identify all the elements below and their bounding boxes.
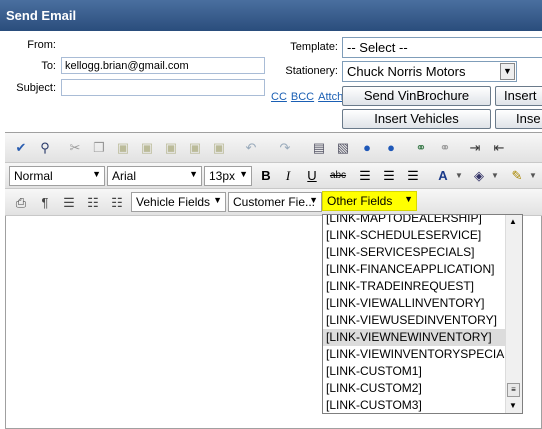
list-item[interactable]: [LINK-VIEWUSEDINVENTORY] — [323, 312, 522, 329]
template-select[interactable]: -- Select -- — [342, 37, 542, 58]
font-dropdown[interactable]: Arial ▼ — [107, 166, 202, 186]
insert-vehicles-button[interactable]: Insert Vehicles — [342, 109, 491, 129]
font-color-button[interactable]: A — [435, 168, 451, 184]
media-icon[interactable]: ● — [359, 140, 375, 156]
subject-field[interactable] — [61, 79, 265, 96]
template-label: Template: — [290, 41, 338, 53]
chevron-down-icon: ▼ — [500, 63, 515, 80]
flash-icon[interactable]: ● — [383, 140, 399, 156]
list-item[interactable]: [LINK-SCHEDULESERVICE] — [323, 227, 522, 244]
paragraph-icon[interactable]: ¶ — [37, 195, 53, 211]
format-value: Normal — [14, 169, 53, 183]
undo-icon[interactable]: ↶ — [243, 140, 259, 156]
chevron-down-icon: ▼ — [404, 194, 413, 204]
vehicle-fields-dropdown[interactable]: Vehicle Fields ▼ — [131, 192, 226, 212]
cut-icon[interactable]: ✂ — [67, 140, 83, 156]
send-vinbrochure-button[interactable]: Send VinBrochure — [342, 86, 491, 106]
align-right-icon[interactable]: ☰ — [405, 168, 421, 184]
hyperlink-icon[interactable]: ⚭ — [413, 140, 429, 156]
vehicle-fields-label: Vehicle Fields — [136, 195, 211, 209]
print-icon[interactable]: ⎙ — [13, 195, 29, 211]
list-item[interactable]: [LINK-TRADEINREQUEST] — [323, 278, 522, 295]
copy-icon[interactable]: ❐ — [91, 140, 107, 156]
underline-button[interactable]: U — [304, 168, 320, 184]
stationery-select[interactable]: Chuck Norris Motors ▼ — [342, 61, 517, 82]
paste-icon[interactable]: ▣ — [115, 140, 131, 156]
numbered-list-icon[interactable]: ☷ — [85, 195, 101, 211]
list-item[interactable]: [LINK-CUSTOM1] — [323, 363, 522, 380]
chevron-down-icon: ▼ — [309, 195, 318, 205]
list-item[interactable]: [LINK-VIEWNEWINVENTORY] — [323, 329, 522, 346]
stationery-label: Stationery: — [285, 65, 338, 77]
chevron-down-icon[interactable]: ▼ — [525, 168, 541, 184]
justify-icon[interactable]: ☰ — [61, 195, 77, 211]
font-size-dropdown[interactable]: 13px ▼ — [204, 166, 252, 186]
other-fields-dropdown[interactable]: Other Fields ▼ — [322, 191, 417, 211]
to-field[interactable]: kellogg.brian@gmail.com — [61, 57, 265, 74]
outdent-icon[interactable]: ⇤ — [491, 140, 507, 156]
chevron-up-icon[interactable]: ▲ — [509, 217, 517, 226]
from-label: From: — [27, 39, 56, 51]
paste-word-icon[interactable]: ▣ — [163, 140, 179, 156]
paste-html-icon[interactable]: ▣ — [187, 140, 203, 156]
chevron-down-icon: ▼ — [239, 169, 248, 179]
strikethrough-button[interactable]: abc — [327, 168, 349, 184]
other-fields-list[interactable]: [LINK-MAPTODEALERSHIP] [LINK-SCHEDULESERV… — [322, 214, 523, 414]
window-titlebar: Send Email — [0, 0, 542, 31]
list-item[interactable]: [LINK-SERVICESPECIALS] — [323, 244, 522, 261]
font-value: Arial — [112, 169, 137, 183]
format-stripper-icon[interactable]: ✎ — [509, 168, 525, 184]
window-title: Send Email — [6, 8, 77, 23]
spellcheck-icon[interactable]: ✔ — [13, 140, 29, 156]
font-size-value: 13px — [209, 169, 236, 183]
insert-button[interactable]: Insert — [495, 86, 542, 106]
list-item[interactable]: [LINK-FINANCEAPPLICATION] — [323, 261, 522, 278]
chevron-down-icon: ▼ — [213, 195, 222, 205]
chevron-down-icon: ▼ — [189, 169, 198, 179]
paste-text-icon[interactable]: ▣ — [139, 140, 155, 156]
attch-link[interactable]: Attch — [318, 91, 343, 103]
find-icon[interactable]: ⚲ — [37, 140, 53, 156]
bold-button[interactable]: B — [258, 168, 274, 184]
italic-button[interactable]: I — [280, 168, 296, 184]
chevron-down-icon: ▼ — [92, 169, 101, 179]
to-label: To: — [41, 60, 56, 72]
customer-fields-dropdown[interactable]: Customer Fie... ▼ — [228, 192, 322, 212]
list-item[interactable]: [LINK-CUSTOM2] — [323, 380, 522, 397]
other-fields-label: Other Fields — [327, 194, 393, 208]
scrollbar-thumb[interactable]: ≡ — [507, 383, 520, 397]
indent-icon[interactable]: ⇥ — [467, 140, 483, 156]
chevron-down-icon[interactable]: ▼ — [509, 401, 517, 410]
stationery-value: Chuck Norris Motors — [347, 64, 466, 79]
chevron-down-icon[interactable]: ▼ — [487, 168, 503, 184]
subject-label: Subject: — [16, 82, 56, 94]
align-center-icon[interactable]: ☰ — [381, 168, 397, 184]
customer-fields-label: Customer Fie... — [233, 195, 316, 209]
align-left-icon[interactable]: ☰ — [357, 168, 373, 184]
highlight-color-icon[interactable]: ◈ — [471, 168, 487, 184]
unlink-icon[interactable]: ⚭ — [437, 140, 453, 156]
format-dropdown[interactable]: Normal ▼ — [9, 166, 105, 186]
list-item[interactable]: [LINK-VIEWALLINVENTORY] — [323, 295, 522, 312]
scrollbar[interactable]: ▲ ≡ ▼ — [505, 215, 522, 413]
chevron-down-icon[interactable]: ▼ — [451, 168, 467, 184]
insert-image-icon[interactable]: ▧ — [335, 140, 351, 156]
insert-button-2[interactable]: Inse — [495, 109, 542, 129]
paste-plain-icon[interactable]: ▣ — [211, 140, 227, 156]
editor-toolbar-1: ✔ ⚲ ✂ ❐ ▣ ▣ ▣ ▣ ▣ ↶ ↷ ▤ ▧ ● ● ⚭ ⚭ ⇥ ⇤ — [5, 133, 542, 163]
bcc-link[interactable]: BCC — [291, 91, 314, 103]
bulleted-list-icon[interactable]: ☷ — [109, 195, 125, 211]
redo-icon[interactable]: ↷ — [277, 140, 293, 156]
list-item[interactable]: [LINK-CUSTOM3] — [323, 397, 522, 413]
cc-link[interactable]: CC — [271, 91, 287, 103]
editor-toolbar-3: ⎙ ¶ ☰ ☷ ☷ Vehicle Fields ▼ Customer Fie..… — [5, 189, 542, 216]
editor-toolbar-2: Normal ▼ Arial ▼ 13px ▼ B I U abc ☰ ☰ ☰ A ▼… — [5, 163, 542, 189]
list-item[interactable]: [LINK-MAPTODEALERSHIP] — [323, 215, 522, 227]
image-manager-icon[interactable]: ▤ — [311, 140, 327, 156]
list-item[interactable]: [LINK-VIEWINVENTORYSPECIALS] — [323, 346, 522, 363]
